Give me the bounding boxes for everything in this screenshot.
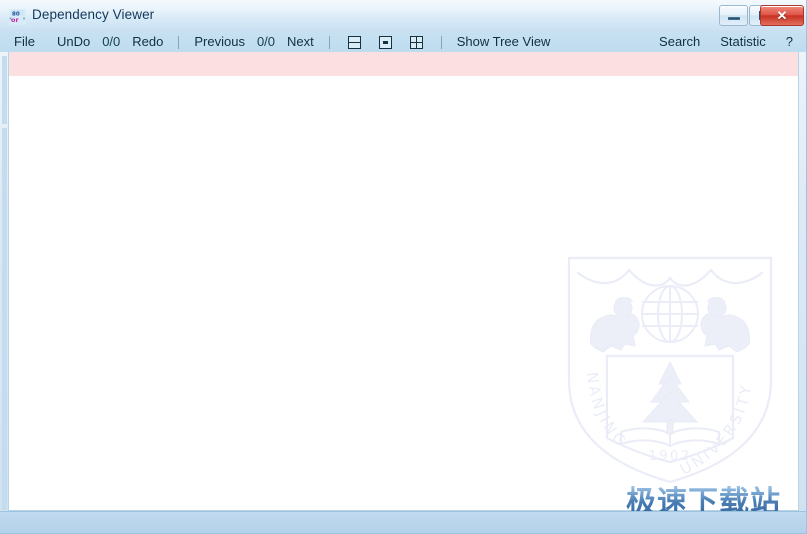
menu-item-help[interactable]: ? — [780, 32, 799, 52]
left-rail-lower — [2, 128, 7, 510]
minimize-icon — [728, 17, 740, 20]
close-button[interactable]: ✕ — [760, 5, 804, 26]
menu-item-next[interactable]: Next — [281, 32, 320, 52]
menu-item-show-tree-view[interactable]: Show Tree View — [451, 32, 557, 52]
menu-item-previous[interactable]: Previous — [188, 32, 251, 52]
menu-item-file[interactable]: File — [8, 32, 41, 52]
left-rail-upper — [2, 56, 7, 124]
highlight-band[interactable] — [9, 52, 798, 76]
close-icon: ✕ — [776, 8, 788, 23]
menu-item-undo[interactable]: UnDo — [51, 32, 96, 52]
split-horizontal-icon[interactable] — [347, 35, 361, 49]
tile-grid-icon[interactable] — [409, 35, 423, 49]
window-title: Dependency Viewer — [32, 7, 155, 22]
svg-text:or: or — [11, 16, 19, 24]
menu-item-redo[interactable]: Redo — [126, 32, 169, 52]
status-bar — [0, 511, 806, 533]
menu-item-statistic[interactable]: Statistic — [714, 32, 772, 52]
menu-item-search[interactable]: Search — [653, 32, 706, 52]
application-window: 80 or Dependency Viewer ✕ File UnDo 0/0 … — [0, 0, 807, 534]
navigation-counter: 0/0 — [256, 34, 276, 49]
dependency-graph-canvas[interactable] — [9, 76, 798, 510]
menu-separator-2 — [328, 35, 330, 49]
title-bar: 80 or Dependency Viewer ✕ — [0, 0, 806, 33]
minimize-button[interactable] — [719, 5, 748, 26]
undo-counter: 0/0 — [102, 34, 121, 49]
menu-separator-1 — [178, 35, 180, 49]
single-pane-icon[interactable] — [378, 35, 392, 49]
menu-separator-3 — [440, 35, 442, 49]
menu-bar: File UnDo 0/0 Redo Previous 0/0 Next Sho… — [0, 32, 806, 52]
app-icon: 80 or — [9, 9, 26, 25]
client-area — [8, 52, 799, 511]
